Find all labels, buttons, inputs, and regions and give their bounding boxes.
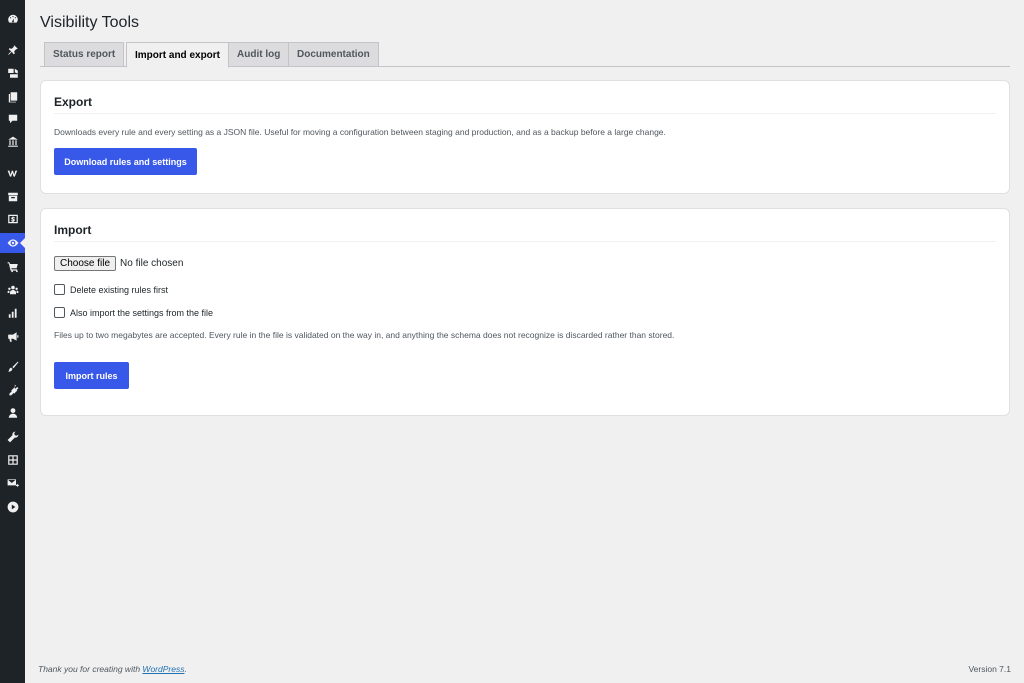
woo-icon[interactable] <box>0 163 25 183</box>
comments-icon[interactable] <box>0 109 25 129</box>
delete-existing-label[interactable]: Delete existing rules first <box>70 285 168 295</box>
wrench-icon[interactable] <box>0 427 25 447</box>
import-settings-label[interactable]: Also import the settings from the file <box>70 308 213 318</box>
footer-thanks-suffix: . <box>184 664 187 674</box>
dollar-icon[interactable] <box>0 209 25 229</box>
choose-file-button[interactable]: Choose file <box>54 256 117 271</box>
file-picker: Choose file No file chosen <box>54 256 183 271</box>
page-title: Visibility Tools <box>40 14 140 31</box>
import-settings-checkbox[interactable] <box>54 307 65 318</box>
import-rules-button[interactable]: Import rules <box>54 362 129 389</box>
brush-icon[interactable] <box>0 357 25 377</box>
export-card: Export Downloads every rule and every se… <box>40 80 1010 194</box>
tab-status-report[interactable]: Status report <box>44 42 125 67</box>
import-description: Files up to two megabytes are accepted. … <box>54 330 675 340</box>
footer-version: Version 7.1 <box>968 664 1011 674</box>
media-icon[interactable] <box>0 63 25 83</box>
megaphone-icon[interactable] <box>0 327 25 347</box>
delete-existing-checkbox[interactable] <box>54 284 65 295</box>
users-group-icon[interactable] <box>0 280 25 300</box>
export-title: Export <box>54 95 93 109</box>
import-card: Import Choose file No file chosen Delete… <box>40 208 1010 416</box>
archive-icon[interactable] <box>0 187 25 207</box>
tab-documentation[interactable]: Documentation <box>288 42 379 67</box>
import-settings-option: Also import the settings from the file <box>54 307 213 318</box>
footer-thanks: Thank you for creating with WordPress. <box>38 664 187 674</box>
import-divider <box>54 241 996 242</box>
tab-bar: Status report Import and export Audit lo… <box>40 42 1010 68</box>
user-icon[interactable] <box>0 403 25 423</box>
cart-icon[interactable] <box>0 257 25 277</box>
delete-existing-option: Delete existing rules first <box>54 284 168 295</box>
mail-icon[interactable] <box>0 473 25 493</box>
footer-thanks-prefix: Thank you for creating with <box>38 664 143 674</box>
admin-sidebar <box>0 0 25 683</box>
download-rules-button[interactable]: Download rules and settings <box>54 148 197 175</box>
tab-audit-log[interactable]: Audit log <box>228 42 290 67</box>
eye-icon[interactable] <box>0 233 25 253</box>
pin-icon[interactable] <box>0 40 25 60</box>
export-divider <box>54 113 996 114</box>
file-status: No file chosen <box>120 258 184 269</box>
import-title: Import <box>54 223 92 237</box>
plugins-icon[interactable] <box>0 380 25 400</box>
play-icon[interactable] <box>0 497 25 517</box>
export-description: Downloads every rule and every setting a… <box>54 127 666 137</box>
pages-icon[interactable] <box>0 87 25 107</box>
tab-import-and-export[interactable]: Import and export <box>126 42 230 68</box>
bank-icon[interactable] <box>0 132 25 152</box>
settings-grid-icon[interactable] <box>0 450 25 470</box>
dashboard-icon[interactable] <box>0 9 25 29</box>
wordpress-link[interactable]: WordPress <box>142 664 184 674</box>
chart-icon[interactable] <box>0 303 25 323</box>
